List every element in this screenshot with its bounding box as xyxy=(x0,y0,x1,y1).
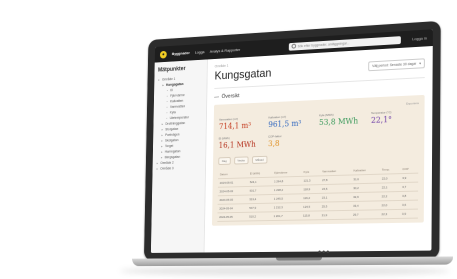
period-select[interactable]: Välj period: Senaste 30 dagar ▾ xyxy=(368,58,425,72)
laptop-shadow xyxy=(120,266,450,276)
laptop-notch xyxy=(275,257,323,261)
search-placeholder: Sök efter byggnader, anläggningar... xyxy=(297,40,350,48)
nav-item-analys[interactable]: Analys & Rapporter xyxy=(210,47,241,54)
table-cell: 29,7 xyxy=(351,209,380,220)
table-cell: 22,2 xyxy=(379,191,401,201)
kpi-card: COP-faktor 3,8 xyxy=(268,133,313,148)
kpi-card: Varmvatten (m³) 714,1 m³ xyxy=(219,116,263,131)
chevron-icon: ▸ xyxy=(162,83,164,88)
kpi-card: Kyla (MWh) 53,8 MWh xyxy=(319,111,365,127)
title-block: Område 1 Kungsgatan xyxy=(214,61,272,83)
scene: ● Byggnader Logga Analys & Rapporter Sök… xyxy=(0,0,457,279)
kpi-card: El (MWh) 16,1 MWh xyxy=(219,135,263,150)
kpi-value: 22,1° xyxy=(370,115,392,125)
chevron-down-icon: ▾ xyxy=(419,61,421,66)
kpi-value: 3,8 xyxy=(267,139,280,149)
search-icon xyxy=(291,43,296,49)
user-login-link[interactable]: Logga in xyxy=(412,35,427,41)
table-cell: 2024-05-05 xyxy=(217,212,248,222)
table-cell: 3,6 xyxy=(400,200,419,210)
screen-bezel: ● Byggnader Logga Analys & Rapporter Sök… xyxy=(143,20,441,261)
app-screen: ● Byggnader Logga Analys & Rapporter Sök… xyxy=(150,29,433,253)
sidebar: Mätpunkter ▸ Område 1 ▸ Kungsgatan • El • Fjärr… xyxy=(150,59,208,253)
table-filter-button[interactable]: Dag xyxy=(218,157,231,165)
kpi-card: Temperatur (°C) 22,1° xyxy=(371,109,419,125)
table-toolbar: Dag Vecka Månad xyxy=(218,151,418,165)
more-dots-icon: ••• xyxy=(318,247,331,257)
main-content: Område 1 Kungsgatan Välj period: Senaste… xyxy=(205,46,433,252)
logo-icon[interactable]: ● xyxy=(159,50,167,59)
table-cell: 115,8 xyxy=(301,210,320,221)
kpi-value: 961,5 m³ xyxy=(268,119,302,130)
export-link[interactable]: Exportera xyxy=(406,101,419,106)
table-cell: 1 201,7 xyxy=(271,211,302,221)
kpi-value: 16,1 MWh xyxy=(218,139,256,150)
period-select-label: Välj period: Senaste 30 dagar xyxy=(372,61,417,69)
overview-panel: Exportera Varmvatten (m³) 714,1 m³ Kallvat… xyxy=(211,94,425,226)
nav-item-logga[interactable]: Logga xyxy=(195,49,205,54)
table-cell: 3,9 xyxy=(400,173,419,183)
table-cell: 3,9 xyxy=(400,209,418,219)
table-cell: 21,9 xyxy=(319,210,352,220)
table-filter-button[interactable]: Vecka xyxy=(233,156,249,165)
kpi-card: Kallvatten (m³) 961,5 m³ xyxy=(268,114,313,129)
app-body: Mätpunkter ▸ Område 1 ▸ Kungsgatan • El • Fjärr… xyxy=(150,46,433,253)
table-cell: 22,0 xyxy=(379,200,401,210)
data-table: Datum El (kWh) Fjärrvärme Kyla Varmvatten Kal… xyxy=(217,164,419,222)
sidebar-tree: ▸ Område 1 ▸ Kungsgatan • El • Fjärrvärme • Kallv… xyxy=(156,75,203,172)
chevron-icon: ▸ xyxy=(156,166,158,171)
kpi-grid: Varmvatten (m³) 714,1 m³ Kallvatten (m³) 96… xyxy=(219,109,419,150)
table-cell: 22,3 xyxy=(379,209,401,219)
collapse-icon: — xyxy=(214,94,220,101)
table-body: 2024-05-01 524,1 1 264,8 121,3 27,8 31,6 22,0 3… xyxy=(217,173,419,222)
sidebar-item-label: Område 3 xyxy=(160,166,174,171)
overview-title: Översikt xyxy=(221,93,240,100)
laptop-frame: ● Byggnader Logga Analys & Rapporter Sök… xyxy=(131,20,454,267)
chevron-icon: ▸ xyxy=(158,77,160,82)
sidebar-item-label: Kungsgatan xyxy=(166,82,184,87)
table-cell: 510,2 xyxy=(247,211,272,221)
kpi-value: 714,1 m³ xyxy=(218,121,252,132)
kpi-value: 53,8 MWh xyxy=(318,116,359,127)
table-cell: 3,8 xyxy=(400,191,419,201)
sidebar-title: Mätpunkter xyxy=(157,66,186,74)
table-cell: 116,2 xyxy=(301,193,321,203)
table-cell: 124,5 xyxy=(301,202,320,212)
page-title: Kungsgatan xyxy=(214,66,272,83)
nav-item-byggnader[interactable]: Byggnader xyxy=(172,50,190,56)
table-cell: 3,7 xyxy=(400,182,419,192)
sidebar-item[interactable]: ▸ Område 3 xyxy=(156,165,202,172)
table-filter-button[interactable]: Månad xyxy=(251,155,268,164)
